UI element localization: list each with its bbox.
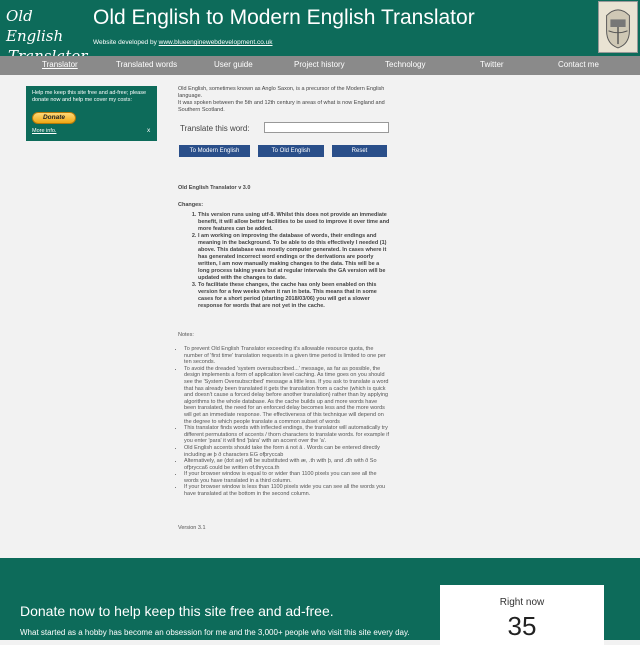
list-item: I am working on improving the database o…	[198, 233, 391, 282]
right-now-label: Right now	[499, 597, 545, 608]
close-donate-button[interactable]: x	[147, 127, 150, 134]
list-item: To prevent Old English Translator exceed…	[184, 346, 390, 366]
footer-subtext: What started as a hobby has become an ob…	[20, 628, 410, 637]
notes-list: To prevent Old English Translator exceed…	[178, 346, 390, 498]
page-title: Old English to Modern English Translator	[93, 6, 475, 29]
to-old-english-button[interactable]: To Old English	[258, 145, 324, 157]
site-logo[interactable]: Old English Translator	[6, 6, 87, 65]
visitor-counter: Right now 35	[440, 585, 604, 645]
nav-translated-words[interactable]: Translated words	[116, 60, 177, 69]
nav-contact-me[interactable]: Contact me	[558, 60, 599, 69]
right-now-count: 35	[507, 611, 537, 641]
reset-button[interactable]: Reset	[332, 145, 387, 157]
intro-line1: Old English, sometimes known as Anglo Sa…	[178, 86, 385, 99]
list-item: Alternatively, ae (dot ae) will be subst…	[184, 458, 390, 471]
nav-translator[interactable]: Translator	[42, 60, 78, 69]
footer-heading: Donate now to help keep this site free a…	[20, 603, 334, 619]
version-label: Version 3.1	[178, 525, 206, 531]
changes-list: This version runs using utf-8. Whilst th…	[178, 212, 391, 310]
version-title: Old English Translator v 3.0	[178, 185, 251, 191]
to-modern-english-button[interactable]: To Modern English	[179, 145, 250, 157]
list-item: To avoid the dreaded 'system oversubscri…	[184, 366, 390, 425]
donate-message: Help me keep this site free and ad-free;…	[32, 90, 147, 103]
intro-line2: It was spoken between the 5th and 12th c…	[178, 100, 385, 113]
developer-link[interactable]: www.blueenginewebdevelopment.co.uk	[159, 39, 273, 46]
translate-label: Translate this word:	[180, 124, 250, 133]
site-header: Old English Translator Old English to Mo…	[0, 0, 640, 65]
list-item: Old English accents should take the form…	[184, 445, 390, 458]
nav-user-guide[interactable]: User guide	[214, 60, 253, 69]
list-item: This version runs using utf-8. Whilst th…	[198, 212, 391, 233]
crest-icon	[598, 1, 638, 53]
nav-twitter[interactable]: Twitter	[480, 60, 504, 69]
developer-credit: Website developed by www.blueenginewebde…	[93, 39, 272, 46]
logo-line1: Old English	[6, 7, 64, 45]
list-item: This translator finds words with inflect…	[184, 425, 390, 445]
main-nav: Translator Translated words User guide P…	[0, 56, 640, 75]
list-item: If your browser window is less than 1100…	[184, 484, 390, 497]
translate-input[interactable]	[264, 122, 389, 133]
changes-title: Changes:	[178, 202, 204, 208]
more-info-link[interactable]: More info.	[32, 128, 56, 134]
list-item: If your browser window is equal to or wi…	[184, 471, 390, 484]
nav-technology[interactable]: Technology	[385, 60, 425, 69]
nav-project-history[interactable]: Project history	[294, 60, 345, 69]
donate-box: Help me keep this site free and ad-free;…	[26, 86, 157, 141]
developer-credit-label: Website developed by	[93, 39, 157, 46]
notes-title: Notes:	[178, 332, 194, 338]
donate-button[interactable]: Donate	[32, 112, 76, 124]
list-item: To facilitate these changes, the cache h…	[198, 282, 391, 310]
intro-text: Old English, sometimes known as Anglo Sa…	[178, 86, 408, 114]
